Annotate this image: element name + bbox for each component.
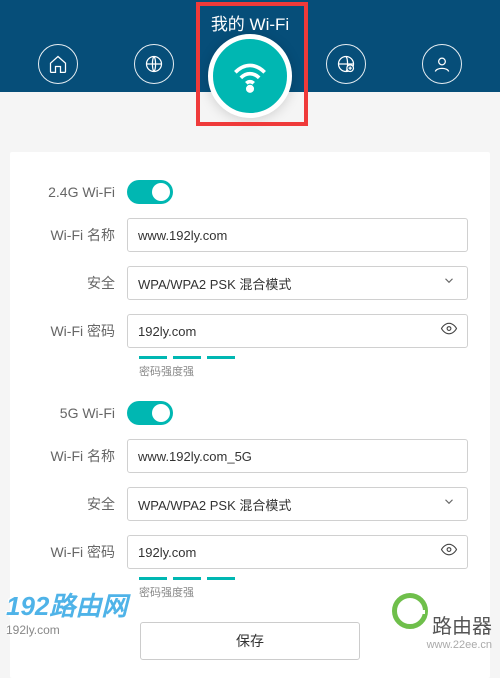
- wifi24-toggle[interactable]: [127, 180, 173, 204]
- nav-home-icon[interactable]: [38, 44, 78, 84]
- active-tab-badge: [208, 34, 292, 118]
- page-title: 我的 Wi-Fi: [0, 0, 500, 35]
- nav-globe-icon[interactable]: [134, 44, 174, 84]
- wifi24-section-label: 2.4G Wi-Fi: [32, 184, 127, 200]
- wifi5-security-select[interactable]: [127, 487, 468, 521]
- wifi24-strength: 密码强度强: [139, 356, 468, 379]
- wifi5-password-label: Wi-Fi 密码: [32, 542, 127, 562]
- wifi24-password-label: Wi-Fi 密码: [32, 321, 127, 341]
- wifi24-security-select[interactable]: [127, 266, 468, 300]
- eye-icon[interactable]: [440, 541, 458, 564]
- wifi5-password-input[interactable]: [127, 535, 468, 569]
- wifi5-security-label: 安全: [32, 494, 127, 514]
- wifi5-strength-text: 密码强度强: [139, 584, 468, 600]
- wifi5-name-input[interactable]: [127, 439, 468, 473]
- nav-globe-settings-icon[interactable]: [326, 44, 366, 84]
- wifi24-password-input[interactable]: [127, 314, 468, 348]
- settings-card: 2.4G Wi-Fi Wi-Fi 名称 安全 Wi-Fi 密码 密码强度强 5G…: [10, 152, 490, 678]
- wifi5-toggle[interactable]: [127, 401, 173, 425]
- wifi24-security-label: 安全: [32, 273, 127, 293]
- wifi24-name-label: Wi-Fi 名称: [32, 225, 127, 245]
- nav-user-icon[interactable]: [422, 44, 462, 84]
- wifi5-strength: 密码强度强: [139, 577, 468, 600]
- save-button[interactable]: 保存: [140, 622, 360, 660]
- wifi5-section-label: 5G Wi-Fi: [32, 405, 127, 421]
- eye-icon[interactable]: [440, 320, 458, 343]
- wifi-tab-icon[interactable]: [208, 34, 292, 118]
- wifi5-name-label: Wi-Fi 名称: [32, 446, 127, 466]
- wifi24-name-input[interactable]: [127, 218, 468, 252]
- wifi24-strength-text: 密码强度强: [139, 363, 468, 379]
